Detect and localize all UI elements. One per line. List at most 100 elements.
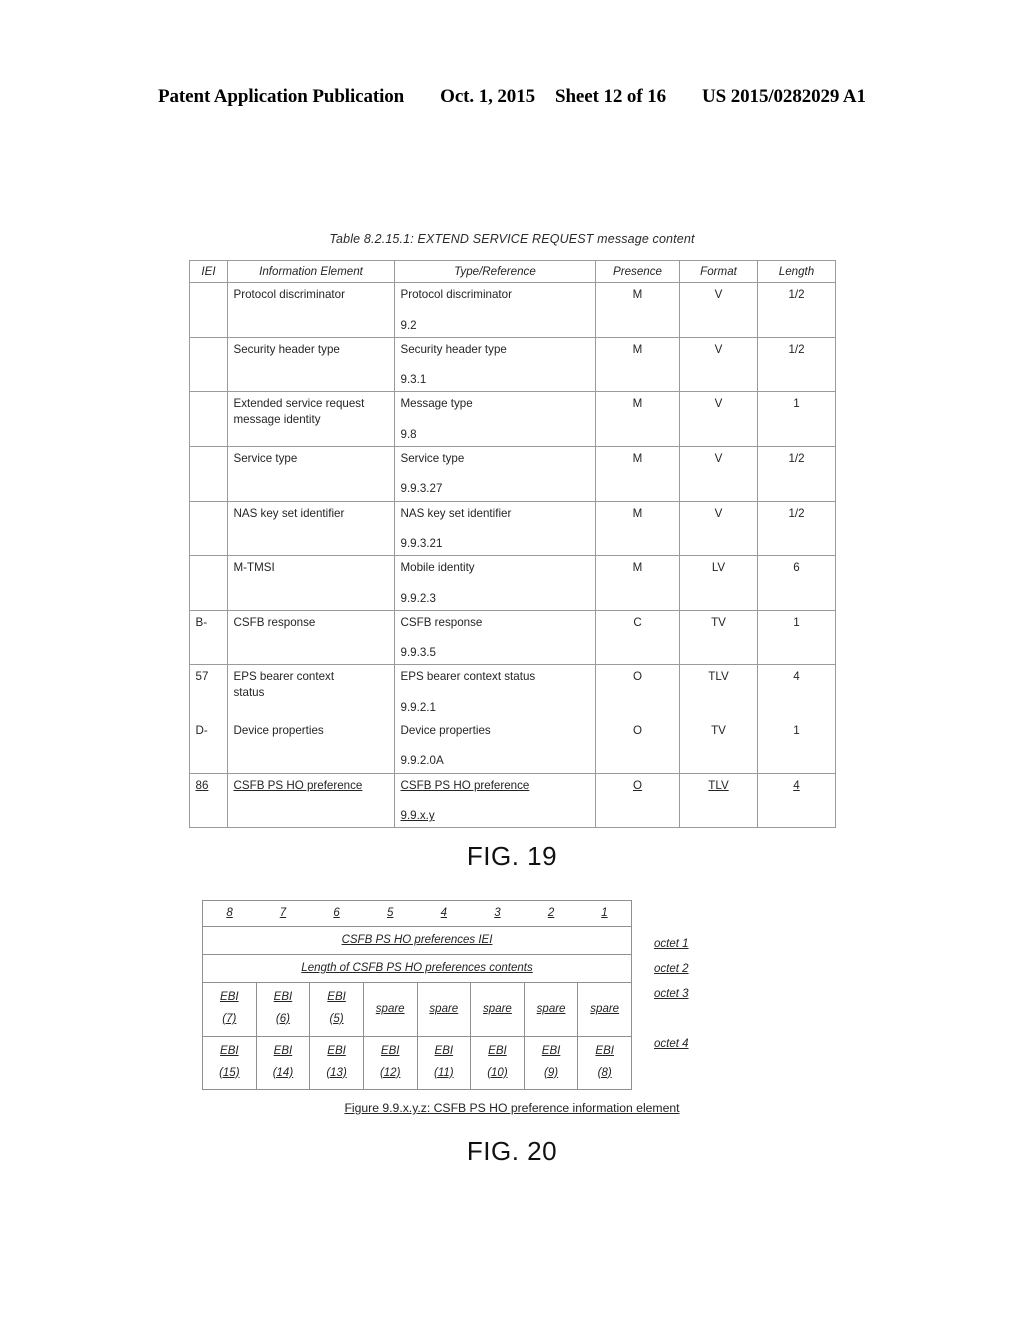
column-header-iei: IEI — [188, 259, 228, 284]
cell-type-name: Security header type — [400, 342, 507, 356]
octet-3-row: EBI (7) EBI (6) EBI (5) spare spare spare s… — [202, 982, 632, 1037]
cell-type: Device properties 9.9.2.0A — [393, 719, 596, 774]
cell-length: 1/2 — [756, 446, 836, 502]
cell-iei — [188, 282, 228, 338]
cell-ie: Extended service request message identit… — [226, 391, 395, 448]
figure-19-label: FIG. 19 — [466, 841, 558, 871]
octet3-bit6-ebi: EBI (5) — [309, 982, 364, 1037]
octet4-bit7-ebi: EBI (14) — [255, 1035, 311, 1091]
octet3-bit5-spare: spare — [362, 982, 418, 1037]
cell-length: 1/2 — [756, 500, 836, 557]
cell-format-text: TLV — [708, 778, 729, 792]
cell-ie-line2: status — [233, 685, 265, 699]
cell-presence: M — [594, 282, 680, 338]
cell-presence: O — [594, 719, 680, 774]
column-header-ie: Information Element — [226, 259, 395, 284]
octet-2-row: Length of CSFB PS HO preferences content… — [202, 954, 632, 983]
table-row: M-TMSI Mobile identity 9.9.2.3 M LV 6 — [188, 555, 836, 611]
octet-label-2: octet 2 — [654, 963, 689, 975]
cell-length: 1/2 — [756, 282, 836, 338]
cell-format: V — [678, 500, 758, 557]
cell-format: V — [678, 391, 758, 448]
table-row: 57 EPS bearer context status EPS bearer … — [188, 664, 836, 720]
column-header-length: Length — [756, 259, 836, 284]
octet3-bit2-spare: spare — [523, 982, 579, 1037]
cell-type: EPS bearer context status 9.9.2.1 — [393, 664, 596, 720]
cell-iei: 86 — [188, 772, 228, 829]
cell-iei-text: 86 — [195, 778, 209, 792]
cell-iei: D- — [188, 719, 228, 774]
column-header-type: Type/Reference — [393, 259, 596, 284]
cell-type-name: Service type — [400, 452, 465, 466]
cell-ie: NAS key set identifier — [226, 500, 395, 557]
octet4-bit3-ebi: EBI (10) — [470, 1035, 525, 1091]
cell-type-ref: 9.9.2.1 — [400, 700, 436, 714]
cell-type-ref: 9.3.1 — [400, 373, 427, 387]
cell-type: Protocol discriminator 9.2 — [393, 282, 596, 338]
cell-ie: EPS bearer context status — [226, 664, 395, 720]
bit-number-5: 5 — [363, 900, 417, 927]
column-header-format: Format — [678, 259, 758, 284]
table-row: Extended service request message identit… — [188, 391, 836, 448]
table-row: Protocol discriminator Protocol discrimi… — [188, 282, 836, 338]
bit-number-7: 7 — [256, 900, 310, 927]
octet3-bit1-spare: spare — [577, 982, 632, 1037]
cell-type: NAS key set identifier 9.9.3.21 — [393, 500, 596, 557]
table-row: Service type Service type 9.9.3.27 M V 1… — [188, 446, 836, 502]
cell-presence: M — [594, 391, 680, 448]
cell-format: TLV — [678, 772, 758, 829]
octet-4-row: EBI (15) EBI (14) EBI (13) EBI (12) EBI (11) … — [202, 1035, 632, 1091]
cell-type-name: Message type — [400, 397, 473, 411]
cell-presence: M — [594, 500, 680, 557]
page-header: Patent Application Publication Oct. 1, 2… — [0, 86, 1024, 108]
bit-number-1: 1 — [577, 900, 632, 927]
bit-layout-table: 8 7 6 5 4 3 2 1 CSFB PS HO preferences I… — [202, 900, 632, 1091]
cell-type-ref: 9.9.3.21 — [400, 536, 443, 550]
cell-type-name: Protocol discriminator — [400, 288, 512, 302]
table-caption: Table 8.2.15.1: EXTEND SERVICE REQUEST m… — [329, 232, 695, 246]
table-header-row: IEI Information Element Type/Reference P… — [188, 259, 836, 284]
cell-ie-text: CSFB PS HO preference — [233, 778, 363, 792]
octet4-bit4-ebi: EBI (11) — [416, 1035, 472, 1091]
cell-length: 1 — [756, 609, 836, 666]
octet4-bit2-ebi: EBI (9) — [523, 1035, 579, 1091]
cell-length: 1/2 — [756, 336, 836, 393]
cell-presence: M — [594, 336, 680, 393]
octet4-bit1-ebi: EBI (8) — [577, 1035, 632, 1091]
cell-type: Security header type 9.3.1 — [393, 336, 596, 393]
cell-type: CSFB PS HO preference 9.9.x.y — [393, 772, 596, 829]
table-row: D- Device properties Device properties 9… — [188, 719, 836, 774]
octet3-bit7-ebi: EBI (6) — [255, 982, 311, 1037]
cell-presence: M — [594, 555, 680, 611]
cell-format: TLV — [678, 664, 758, 720]
cell-type-name: NAS key set identifier — [400, 506, 512, 520]
cell-ie-line1: Extended service request — [233, 397, 365, 411]
cell-ie-line1: EPS bearer context — [233, 670, 335, 684]
cell-type: Mobile identity 9.9.2.3 — [393, 555, 596, 611]
figure-20-label: FIG. 20 — [466, 1136, 558, 1166]
cell-ie: CSFB PS HO preference — [226, 772, 395, 829]
cell-iei — [188, 446, 228, 502]
cell-format: TV — [678, 719, 758, 774]
bit-number-8: 8 — [202, 900, 257, 927]
cell-length: 4 — [756, 664, 836, 720]
cell-type-ref: 9.9.2.3 — [400, 591, 436, 605]
octet3-bit4-spare: spare — [416, 982, 472, 1037]
cell-type-ref: 9.9.2.0A — [400, 754, 444, 768]
table-row: NAS key set identifier NAS key set ident… — [188, 500, 836, 557]
column-header-presence: Presence — [594, 259, 680, 284]
cell-format: TV — [678, 609, 758, 666]
figure-19-block: Table 8.2.15.1: EXTEND SERVICE REQUEST m… — [0, 232, 1024, 829]
cell-presence: O — [594, 772, 680, 829]
patent-number: US 2015/0282029 A1 — [702, 86, 866, 107]
cell-type: Message type 9.8 — [393, 391, 596, 448]
octet-label-3: octet 3 — [654, 988, 689, 1000]
cell-length-text: 4 — [793, 778, 800, 792]
cell-length: 1 — [756, 719, 836, 774]
cell-type: Service type 9.9.3.27 — [393, 446, 596, 502]
cell-ie: CSFB response — [226, 609, 395, 666]
cell-type-name: CSFB PS HO preference — [400, 778, 530, 792]
cell-type-ref: 9.9.x.y — [400, 808, 435, 822]
octet4-bit6-ebi: EBI (13) — [309, 1035, 364, 1091]
octet-1-content: CSFB PS HO preferences IEI — [202, 926, 632, 955]
